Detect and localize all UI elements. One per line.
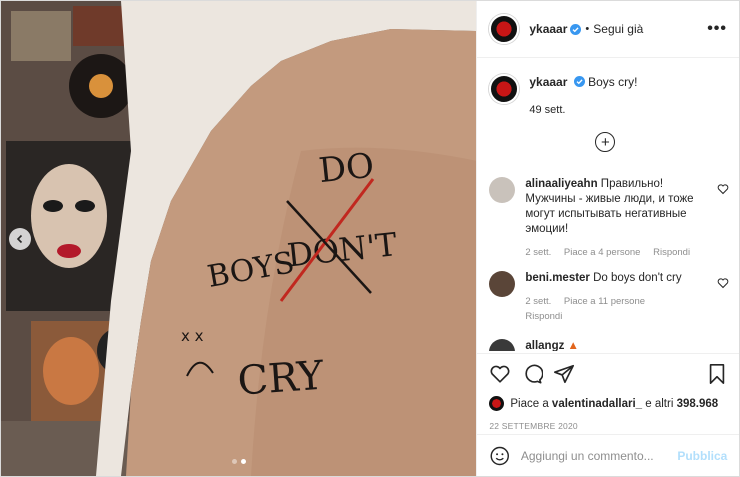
comment-avatar[interactable] (489, 271, 516, 297)
comment-like-heart-icon[interactable] (717, 183, 729, 195)
caption-text: Boys cry! (588, 75, 638, 89)
publish-button[interactable]: Pubblica (677, 449, 727, 463)
author-avatar[interactable] (489, 14, 520, 44)
comment-username[interactable]: alinaaliyeahn (525, 178, 597, 190)
post-header: ykaaar • Segui già ••• (477, 1, 739, 58)
carousel-dot-2 (241, 459, 246, 464)
verified-badge-icon (573, 76, 585, 87)
carousel-dots (232, 459, 246, 464)
comment-body: allangz ▲ (525, 339, 705, 351)
action-icons (489, 362, 727, 386)
verified-badge-icon (570, 23, 582, 35)
caption-text-block: ykaaar Boys cry! (529, 74, 637, 104)
chevron-left-icon (16, 234, 23, 244)
comment-avatar[interactable] (489, 177, 516, 203)
tattoo-face-eyes: x x (181, 327, 204, 345)
like-heart-icon[interactable] (489, 363, 511, 385)
comment-username[interactable]: allangz (525, 340, 564, 351)
comment-input[interactable] (520, 448, 678, 463)
likes-prefix: Piace a (510, 397, 549, 410)
fire-emoji-icon: ▲ (567, 340, 579, 351)
post-actions: Piace a valentinadallari_ e altri 398.96… (477, 353, 740, 431)
comment-reply[interactable]: Rispondi (653, 247, 690, 258)
plus-icon: + (600, 133, 610, 151)
share-plane-icon[interactable] (553, 363, 575, 385)
comment-item: allangz ▲ (489, 339, 729, 351)
comment-item: beni.mester Do boys don't cry 2 sett. Pi… (489, 271, 729, 324)
likes-count[interactable]: 398.968 (677, 398, 719, 410)
emoji-smiley-icon[interactable] (489, 445, 511, 467)
comment-reply[interactable]: Rispondi (525, 311, 562, 322)
comment-time[interactable]: 2 sett. (525, 296, 551, 307)
comment-body: beni.mester Do boys don't cry 2 sett. Pi… (525, 271, 705, 324)
tattoo-cry: CRY (236, 353, 325, 405)
author-username[interactable]: ykaaar (529, 22, 567, 36)
tattoo-do: DO (317, 146, 376, 192)
comment-username[interactable]: beni.mester (525, 272, 590, 284)
more-dots-icon[interactable]: ••• (707, 20, 727, 38)
comment-meta: 2 sett. Piace a 4 persone Rispondi (525, 245, 705, 260)
comment-time[interactable]: 2 sett. (525, 247, 551, 258)
load-more-comments-button[interactable]: + (595, 132, 616, 152)
instagram-post: DO BOYS DON'T x x CRY ykaaar • Segui già… (0, 0, 740, 477)
likes-user[interactable]: valentinadallari_ (552, 398, 642, 410)
caption-time: 49 sett. (529, 104, 566, 116)
post-sidebar: ykaaar • Segui già ••• ykaaar Boys cry! … (476, 1, 740, 476)
caption-username[interactable]: ykaaar (529, 75, 567, 89)
comment-like-heart-icon[interactable] (717, 277, 729, 289)
bookmark-icon[interactable] (707, 363, 727, 385)
liker-avatar[interactable] (489, 396, 505, 411)
comments-list: alinaaliyeahn Правильно! Мужчины - живые… (477, 171, 739, 351)
following-button[interactable]: Segui già (593, 22, 643, 36)
caption-avatar[interactable] (489, 74, 520, 104)
comment-bubble-icon[interactable] (521, 363, 544, 385)
comment-likes[interactable]: Piace a 11 persone (564, 296, 645, 307)
comment-item: alinaaliyeahn Правильно! Мужчины - живые… (489, 177, 729, 260)
comment-likes[interactable]: Piace a 4 persone (564, 247, 641, 258)
likes-suffix: e altri (645, 397, 674, 410)
likes-summary: Piace a valentinadallari_ e altri 398.96… (489, 396, 727, 411)
post-media[interactable]: DO BOYS DON'T x x CRY (1, 1, 477, 476)
comment-text: Do boys don't cry (593, 272, 682, 284)
post-photo: DO BOYS DON'T x x CRY (1, 1, 477, 476)
comment-body: alinaaliyeahn Правильно! Мужчины - живые… (525, 177, 705, 260)
carousel-dot-1 (232, 459, 237, 464)
post-date[interactable]: 22 SETTEMBRE 2020 (489, 421, 727, 431)
carousel-prev-button[interactable] (9, 228, 31, 250)
comment-avatar[interactable] (489, 339, 516, 351)
header-separator: • (585, 23, 590, 35)
post-caption: ykaaar Boys cry! (477, 58, 739, 104)
comment-composer: Pubblica (477, 434, 740, 476)
comment-meta: 2 sett. Piace a 11 persone Rispondi (525, 294, 705, 324)
